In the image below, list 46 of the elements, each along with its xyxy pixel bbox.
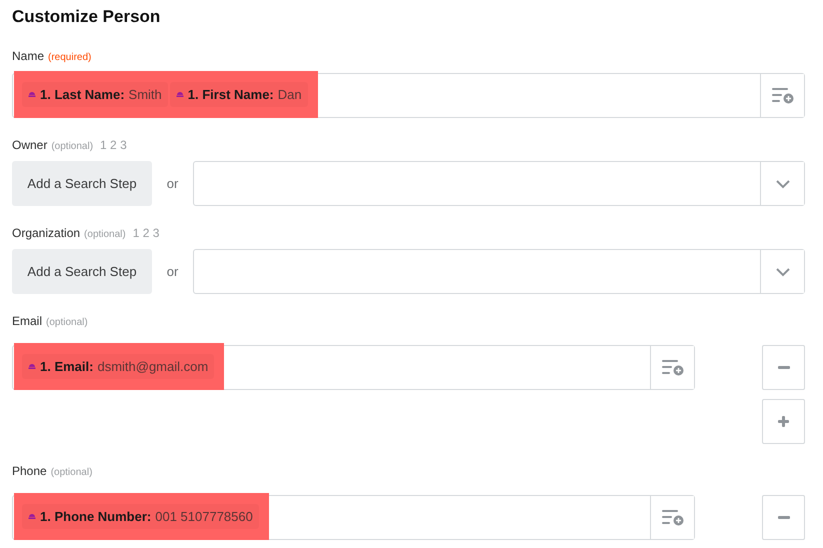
insert-data-button[interactable] bbox=[650, 346, 694, 389]
step-numbers: 1 2 3 bbox=[100, 138, 127, 152]
dropdown-field[interactable] bbox=[193, 249, 805, 294]
mapped-token[interactable]: 1. Last Name: Smith bbox=[22, 82, 168, 107]
list-add-icon bbox=[660, 508, 684, 528]
or-text: or bbox=[166, 263, 180, 281]
bug-icon bbox=[28, 513, 36, 520]
field-qualifier: (optional) bbox=[50, 467, 92, 478]
insert-data-button[interactable] bbox=[650, 496, 694, 539]
or-text: or bbox=[166, 175, 180, 193]
field-label: Name bbox=[12, 49, 44, 63]
add-search-step-button[interactable]: Add a Search Step bbox=[12, 161, 152, 206]
insert-data-button[interactable] bbox=[760, 74, 804, 117]
bug-icon bbox=[28, 363, 36, 370]
chevron-down-icon bbox=[774, 178, 790, 188]
dropdown-toggle[interactable] bbox=[760, 250, 804, 293]
mapped-token[interactable]: 1. Email: dsmith@gmail.com bbox=[22, 354, 214, 379]
plus-icon bbox=[778, 416, 789, 427]
dropdown-toggle[interactable] bbox=[760, 162, 804, 205]
bug-icon bbox=[176, 91, 184, 98]
mapped-field[interactable]: 1. Last Name: Smith 1. First Name: Dan bbox=[12, 73, 805, 118]
list-add-icon bbox=[660, 358, 684, 378]
field-qualifier: (optional) bbox=[84, 229, 126, 240]
field-qualifier: (required) bbox=[48, 52, 92, 63]
minus-icon bbox=[778, 516, 790, 519]
chevron-down-icon bbox=[774, 266, 790, 276]
minus-icon bbox=[778, 366, 790, 369]
field-qualifier: (optional) bbox=[51, 141, 94, 152]
add-search-step-button[interactable]: Add a Search Step bbox=[12, 249, 152, 294]
mapped-field[interactable]: 1. Email: dsmith@gmail.com bbox=[12, 345, 695, 390]
field-label: Phone bbox=[12, 464, 47, 478]
field-label: Organization bbox=[12, 226, 80, 240]
page-title: Customize Person bbox=[12, 7, 162, 27]
bug-icon bbox=[28, 91, 36, 98]
step-numbers: 1 2 3 bbox=[132, 226, 160, 240]
field-qualifier: (optional) bbox=[46, 317, 88, 328]
mapped-token[interactable]: 1. Phone Number: 001 5107778560 bbox=[22, 504, 259, 529]
remove-button[interactable] bbox=[762, 345, 805, 390]
mapped-field[interactable]: 1. Phone Number: 001 5107778560 bbox=[12, 495, 695, 540]
mapped-token[interactable]: 1. First Name: Dan bbox=[170, 82, 308, 107]
field-label: Email bbox=[12, 314, 42, 328]
field-label: Owner bbox=[12, 138, 48, 152]
list-add-icon bbox=[770, 86, 794, 106]
remove-button[interactable] bbox=[762, 495, 805, 540]
add-button[interactable] bbox=[762, 399, 805, 444]
dropdown-field[interactable] bbox=[193, 161, 805, 206]
